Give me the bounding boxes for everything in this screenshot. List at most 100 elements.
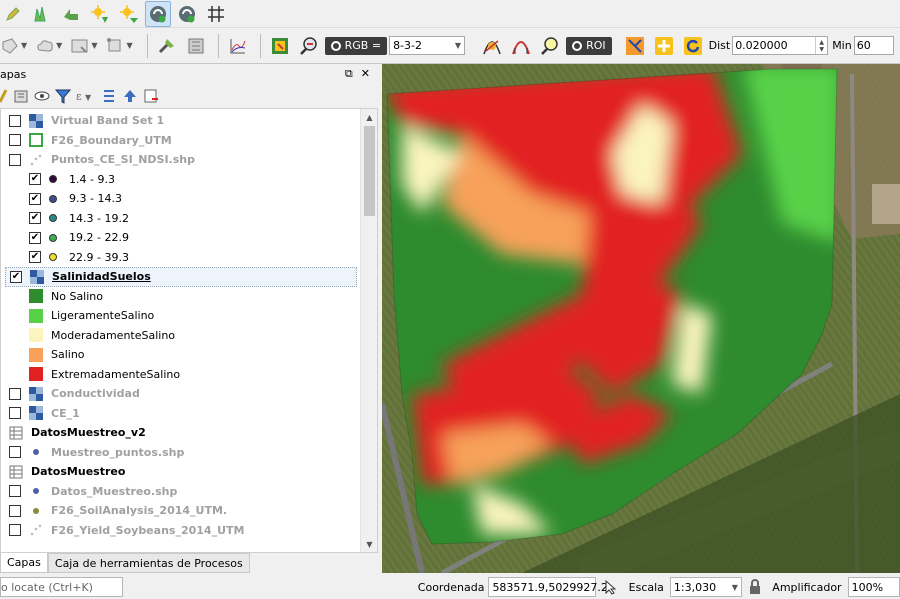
- mouse-coordinate-toggle-icon[interactable]: [602, 579, 617, 595]
- tools-icon[interactable]: [154, 33, 180, 59]
- class-dot-icon: [49, 175, 57, 184]
- legend-item-1-4-9-3[interactable]: ✔ 1.4 - 9.3: [29, 170, 115, 190]
- checkbox[interactable]: ✔: [29, 231, 41, 244]
- layer-puntos-ce-si-ndsi-shp[interactable]: Puntos_CE_SI_NDSI.shp: [9, 150, 195, 170]
- legend-item-extremadamentesalino: ExtremadamenteSalino: [29, 365, 180, 385]
- chevron-up-icon[interactable]: ▲: [361, 109, 377, 125]
- filter-expression-icon[interactable]: ε ▼: [76, 88, 96, 104]
- sun-shade-icon[interactable]: [87, 1, 113, 27]
- checkbox[interactable]: [9, 387, 21, 400]
- float-icon[interactable]: ⧉: [345, 67, 353, 81]
- sun-hillshade-icon[interactable]: [116, 1, 142, 27]
- layer-label: Puntos_CE_SI_NDSI.shp: [51, 153, 195, 167]
- lock-icon[interactable]: [748, 579, 760, 595]
- spectral-plot-icon[interactable]: [225, 33, 251, 59]
- rgb-combo[interactable]: 8-3-2 ▼: [389, 36, 466, 55]
- coordinate-field[interactable]: 583571.9,5029927.2: [488, 577, 608, 597]
- edit-pencil-icon[interactable]: [0, 1, 26, 27]
- checkbox[interactable]: [9, 485, 21, 498]
- tree-scrollbar[interactable]: ▲ ▼: [360, 109, 377, 552]
- color-swatch: [29, 347, 43, 362]
- map-canvas[interactable]: [382, 64, 900, 573]
- eye-icon[interactable]: [34, 88, 50, 104]
- close-icon[interactable]: ✕: [361, 67, 370, 81]
- filter-icon[interactable]: [55, 88, 71, 104]
- scrollbar-thumb[interactable]: [364, 126, 375, 216]
- layer-salinidadsuelos[interactable]: ✔ SalinidadSuelos: [5, 267, 357, 287]
- layer-datosmuestreo-v2[interactable]: DatosMuestreo_v2: [9, 423, 146, 443]
- rgb-toggle[interactable]: RGB =: [324, 36, 388, 55]
- layer-datosmuestreo[interactable]: DatosMuestreo: [9, 462, 125, 482]
- local-cumulative-stretch-icon[interactable]: [479, 33, 505, 59]
- chevron-down-icon: ▼: [454, 41, 462, 50]
- layer-f26-soilanalysis-2014-utm[interactable]: F26_SoilAnalysis_2014_UTM.: [9, 501, 227, 521]
- redo-roi-icon[interactable]: [680, 33, 706, 59]
- tab-processing-toolbox[interactable]: Caja de herramientas de Procesos: [47, 553, 250, 573]
- legend-label: LigeramenteSalino: [51, 309, 155, 323]
- legend-label: Salino: [51, 348, 85, 362]
- stretch-icon[interactable]: [58, 1, 84, 27]
- toolbar-separator: [146, 33, 148, 58]
- checkbox[interactable]: [9, 524, 21, 537]
- grid-icon[interactable]: [203, 1, 229, 27]
- globe-settings-icon[interactable]: [174, 1, 200, 27]
- legend-item-22-9-39-3[interactable]: ✔ 22.9 - 39.3: [29, 248, 129, 268]
- magnifier-field[interactable]: 100%: [847, 577, 900, 597]
- checkbox[interactable]: ✔: [29, 192, 41, 205]
- legend-item-moderadamentesalino: ModeradamenteSalino: [29, 326, 175, 346]
- histogram-icon[interactable]: [29, 1, 55, 27]
- layer-ce-1[interactable]: CE_1: [9, 404, 80, 424]
- edit-attr-group[interactable]: ▼: [70, 36, 97, 56]
- collapse-all-icon[interactable]: [122, 88, 138, 104]
- polygon-add-icon: [2, 37, 18, 54]
- cloud-group[interactable]: ▼: [35, 36, 62, 56]
- scp-dock-icon[interactable]: [267, 33, 293, 59]
- layer-virtual-band-set-1[interactable]: Virtual Band Set 1: [9, 111, 164, 131]
- checkbox[interactable]: ✔: [10, 270, 22, 283]
- checkbox[interactable]: [9, 114, 21, 127]
- layer-f26-boundary-utm[interactable]: F26_Boundary_UTM: [9, 131, 172, 151]
- layer-datos-muestreo-shp[interactable]: Datos_Muestreo.shp: [9, 482, 177, 502]
- create-roi-icon[interactable]: [622, 33, 648, 59]
- add-feature-group[interactable]: ▼: [0, 36, 27, 56]
- checkbox[interactable]: [9, 504, 21, 517]
- legend-item-no-salino: No Salino: [29, 287, 103, 307]
- node-group[interactable]: ▼: [105, 36, 133, 56]
- globe-plugin-icon[interactable]: [145, 0, 171, 27]
- style-brush-icon[interactable]: [0, 88, 8, 104]
- map-image: [382, 64, 900, 573]
- checkbox[interactable]: [9, 153, 21, 166]
- checkbox[interactable]: [9, 134, 21, 147]
- chevron-down-icon[interactable]: ▼: [361, 536, 377, 552]
- add-roi-icon[interactable]: [651, 33, 677, 59]
- band-set-icon[interactable]: [183, 33, 209, 59]
- layer-f26-yield-soybeans-2014-utm[interactable]: F26_Yield_Soybeans_2014_UTM: [9, 521, 244, 541]
- checkbox[interactable]: ✔: [29, 251, 41, 264]
- roi-toggle[interactable]: ROI: [566, 36, 612, 55]
- zoom-to-roi-icon[interactable]: [537, 33, 563, 59]
- tab-capas[interactable]: Capas: [0, 553, 48, 573]
- legend-item-14-3-19-2[interactable]: ✔ 14.3 - 19.2: [29, 209, 129, 229]
- zoom-to-input-icon[interactable]: [296, 33, 322, 59]
- checkbox[interactable]: [9, 407, 21, 420]
- locator-search-input[interactable]: o locate (Ctrl+K): [0, 577, 123, 597]
- layer-conductividad[interactable]: Conductividad: [9, 384, 140, 404]
- expand-all-icon[interactable]: [101, 88, 117, 104]
- raster-icon: [29, 386, 43, 401]
- svg-text:ε: ε: [76, 90, 82, 103]
- scale-label: Escala: [628, 580, 664, 594]
- dist-spinbox[interactable]: 0.020000 ▲ ▼: [732, 36, 829, 55]
- min-spinbox[interactable]: 60: [853, 36, 894, 55]
- add-group-icon[interactable]: [13, 88, 29, 104]
- legend-label: 9.3 - 14.3: [69, 192, 122, 206]
- legend-item-9-3-14-3[interactable]: ✔ 9.3 - 14.3: [29, 189, 122, 209]
- scale-combo[interactable]: 1:3,030 ▼: [669, 577, 742, 597]
- std-dev-stretch-icon[interactable]: [508, 33, 534, 59]
- legend-item-19-2-22-9[interactable]: ✔ 19.2 - 22.9: [29, 228, 129, 248]
- checkbox[interactable]: ✔: [29, 212, 41, 225]
- remove-layer-icon[interactable]: [143, 88, 159, 104]
- checkbox[interactable]: ✔: [29, 173, 41, 186]
- layer-muestreo-puntos-shp[interactable]: Muestreo_puntos.shp: [9, 443, 184, 463]
- table-edit-icon: [71, 39, 88, 53]
- checkbox[interactable]: [9, 446, 21, 459]
